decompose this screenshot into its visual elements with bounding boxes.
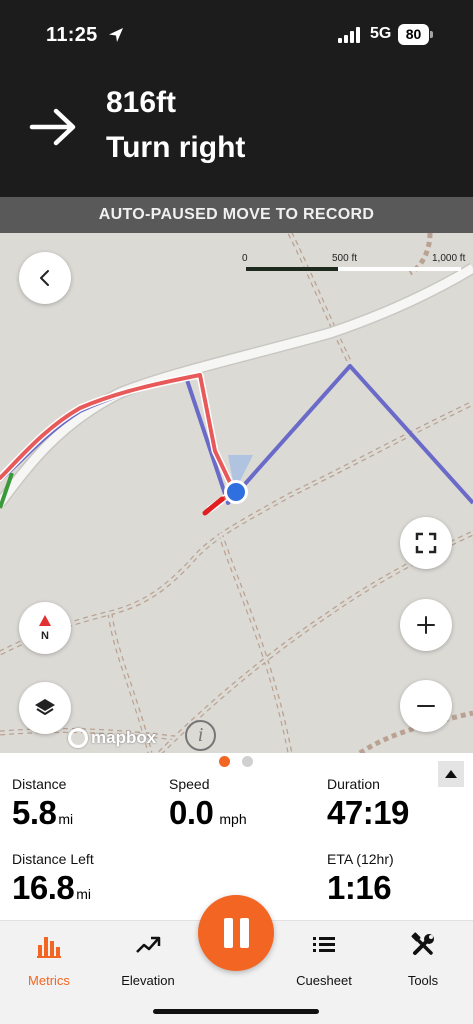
auto-paused-banner: AUTO-PAUSED MOVE TO RECORD	[0, 197, 473, 233]
status-time: 11:25	[46, 24, 98, 46]
list-icon	[313, 937, 335, 952]
scale-label-start: 0	[242, 253, 248, 264]
scale-label-end: 1,000 ft	[432, 253, 466, 264]
metric-label: ETA (12hr)	[327, 851, 394, 867]
compass-label: N	[41, 630, 49, 642]
zoom-in-button[interactable]	[400, 599, 452, 651]
page-dot[interactable]	[242, 756, 253, 767]
home-indicator	[153, 1009, 319, 1014]
cellular-signal-icon	[338, 27, 360, 43]
metric-value: 5.8	[12, 794, 57, 831]
metric-value: 16.8	[12, 869, 75, 906]
map-info-button[interactable]: i	[185, 720, 216, 751]
metric-label: Speed	[169, 776, 210, 792]
map-scale: 0 500 ft 1,000 ft	[242, 253, 472, 277]
trend-up-icon	[136, 936, 161, 953]
recorded-track	[0, 371, 238, 516]
pause-icon	[223, 918, 249, 948]
arrow-right-icon	[29, 108, 76, 146]
tab-label: Cuesheet	[296, 973, 352, 988]
scale-label-mid: 500 ft	[332, 253, 358, 264]
location-arrow-icon	[109, 28, 123, 42]
metric-unit: mph	[219, 811, 247, 827]
tab-tools[interactable]: Tools	[383, 931, 463, 988]
collapse-panel-button[interactable]	[438, 761, 464, 787]
metric-label: Distance Left	[12, 851, 94, 867]
mapbox-attribution: mapbox	[91, 728, 157, 747]
zoom-out-button[interactable]	[400, 680, 452, 732]
network-type: 5G	[370, 25, 392, 42]
status-bar: 11:25 5G 80	[0, 0, 473, 70]
metric-unit: mi	[76, 886, 92, 902]
fullscreen-button[interactable]	[400, 517, 452, 569]
tab-metrics[interactable]: Metrics	[9, 931, 89, 988]
tab-label: Metrics	[28, 973, 70, 988]
battery-icon: 80	[398, 24, 434, 45]
minus-icon	[417, 705, 435, 707]
plus-icon	[417, 616, 435, 634]
scale-bar	[246, 267, 461, 271]
compass-icon: N	[39, 615, 51, 642]
metric-label: Distance	[12, 776, 67, 792]
metric-value: 1:16	[327, 869, 392, 906]
battery-level: 80	[398, 24, 429, 45]
bar-chart-icon	[37, 937, 61, 958]
tab-cuesheet[interactable]: Cuesheet	[284, 931, 364, 988]
turn-instruction: Turn right	[106, 131, 246, 164]
page-indicator	[219, 756, 253, 767]
tools-icon	[411, 932, 434, 955]
back-button[interactable]	[19, 252, 71, 304]
metric-unit: mi	[58, 811, 74, 827]
turn-distance: 816ft	[106, 86, 177, 119]
map-canvas[interactable]	[0, 233, 473, 753]
map-layers-button[interactable]	[19, 682, 71, 734]
metric-value: 0.0	[169, 794, 214, 831]
navigation-header: 11:25 5G 80 816ft Turn right	[0, 0, 473, 197]
tab-elevation[interactable]: Elevation	[108, 931, 188, 988]
chevron-left-icon	[40, 270, 49, 286]
metric-speed: Speed 0.0 mph	[169, 776, 247, 832]
pause-recording-button[interactable]	[198, 895, 274, 971]
metric-distance-left: Distance Left 16.8 mi	[12, 851, 94, 907]
metric-duration: Duration 47:19	[327, 776, 409, 832]
metric-distance: Distance 5.8 mi	[12, 776, 73, 832]
triangle-up-icon	[445, 770, 457, 778]
map-view[interactable]: 0 500 ft 1,000 ft N mapbox i	[0, 233, 473, 753]
metric-value: 47:19	[327, 794, 409, 831]
layers-icon	[35, 699, 55, 715]
metric-label: Duration	[327, 776, 380, 792]
mapbox-logo: mapbox	[68, 728, 156, 748]
compass-button[interactable]: N	[19, 602, 71, 654]
metric-eta: ETA (12hr) 1:16	[327, 851, 394, 907]
fullscreen-icon	[415, 532, 437, 554]
page-dot-active[interactable]	[219, 756, 230, 767]
tab-label: Elevation	[121, 973, 175, 988]
tab-label: Tools	[407, 973, 439, 988]
